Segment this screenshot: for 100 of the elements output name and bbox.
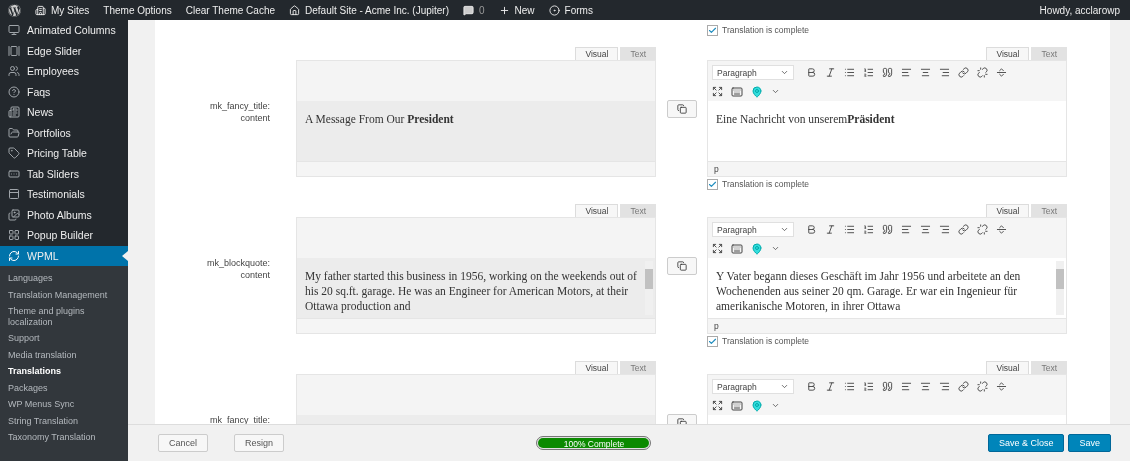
admin-bar-link[interactable]: Default Site - Acme Inc. (Jupiter) [305, 4, 449, 16]
source-content-area[interactable]: A Message From Our President [297, 101, 655, 161]
format-dropdown[interactable]: Paragraph [712, 222, 794, 237]
bullet-list-icon[interactable] [844, 381, 855, 392]
sidebar-item[interactable]: Photo Albums [0, 204, 128, 225]
separator-icon[interactable] [996, 381, 1007, 392]
scrollbar[interactable] [1056, 261, 1064, 315]
target-content-area[interactable]: Y Vater begann dieses Geschäft im Jahr 1956 und arbeitete an den Wochenenden aus seiner 20 qm. Garage. Er war ein Ingenieur für amerikanische Motoren, in ihrer Ottawa [708, 258, 1066, 318]
fullscreen-icon[interactable] [712, 243, 723, 254]
format-dropdown[interactable]: Paragraph [712, 65, 794, 80]
editor-tab[interactable]: Text [620, 204, 656, 217]
align-left-icon[interactable] [901, 224, 912, 235]
bold-icon[interactable] [806, 381, 817, 392]
checkbox[interactable] [707, 178, 718, 190]
footer-button[interactable]: Resign [234, 434, 285, 452]
admin-bar-link[interactable]: Theme Options [103, 4, 172, 16]
editor-tab[interactable]: Visual [575, 47, 619, 60]
italic-icon[interactable] [825, 224, 836, 235]
editor-tab[interactable]: Text [620, 47, 656, 60]
submenu-item[interactable]: Theme and plugins localization [0, 303, 128, 330]
wordpress-logo-icon[interactable] [8, 3, 21, 17]
fullscreen-icon[interactable] [712, 400, 723, 411]
sidebar-item[interactable]: Animated Columns [0, 20, 128, 41]
link-icon[interactable] [958, 224, 969, 235]
editor-tab[interactable]: Text [1031, 204, 1067, 217]
numbered-list-icon[interactable] [863, 381, 874, 392]
separator-icon[interactable] [996, 224, 1007, 235]
align-center-icon[interactable] [920, 67, 931, 78]
align-left-icon[interactable] [901, 381, 912, 392]
submenu-item[interactable]: WP Menus Sync [0, 396, 128, 413]
admin-bar-link[interactable]: Clear Theme Cache [185, 4, 276, 16]
separator-icon[interactable] [996, 67, 1007, 78]
unlink-icon[interactable] [977, 67, 988, 78]
admin-bar-link[interactable]: New [514, 4, 535, 16]
editor-tab[interactable]: Visual [575, 204, 619, 217]
unlink-icon[interactable] [977, 381, 988, 392]
copy-button[interactable] [666, 100, 697, 118]
submenu-item[interactable]: Translations [0, 363, 128, 380]
copy-button[interactable] [666, 257, 697, 275]
submenu-item[interactable]: String Translation [0, 412, 128, 429]
keyboard-icon[interactable] [731, 399, 743, 412]
bullet-list-icon[interactable] [844, 224, 855, 235]
align-center-icon[interactable] [920, 224, 931, 235]
quote-icon[interactable] [882, 381, 893, 392]
editor-tab[interactable]: Visual [986, 361, 1030, 374]
link-icon[interactable] [958, 67, 969, 78]
admin-bar-link[interactable]: Forms [564, 4, 593, 16]
editor-tab[interactable]: Visual [986, 204, 1030, 217]
sidebar-item[interactable]: News [0, 102, 128, 123]
submenu-item[interactable]: Media translation [0, 346, 128, 363]
numbered-list-icon[interactable] [863, 67, 874, 78]
sidebar-item[interactable]: Testimonials [0, 184, 128, 205]
checkbox[interactable] [707, 24, 718, 36]
align-right-icon[interactable] [939, 67, 950, 78]
align-right-icon[interactable] [939, 381, 950, 392]
checkbox[interactable] [707, 335, 718, 347]
unlink-icon[interactable] [977, 224, 988, 235]
quote-icon[interactable] [882, 67, 893, 78]
editor-tab[interactable]: Text [620, 361, 656, 374]
sidebar-item[interactable]: Employees [0, 61, 128, 82]
align-right-icon[interactable] [939, 224, 950, 235]
sidebar-item[interactable]: Portfolios [0, 122, 128, 143]
admin-bar-link[interactable]: My Sites [51, 4, 90, 16]
caret-icon[interactable] [771, 87, 780, 96]
italic-icon[interactable] [825, 381, 836, 392]
sidebar-item[interactable]: Faqs [0, 81, 128, 102]
link-icon[interactable] [958, 381, 969, 392]
submenu-item[interactable]: Support [0, 330, 128, 347]
format-dropdown[interactable]: Paragraph [712, 379, 794, 394]
caret-icon[interactable] [771, 401, 780, 410]
italic-icon[interactable] [825, 67, 836, 78]
bold-icon[interactable] [806, 67, 817, 78]
submenu-item[interactable]: Translation Management [0, 286, 128, 303]
admin-bar-link[interactable]: 0 [479, 4, 485, 16]
editor-tab[interactable]: Text [1031, 47, 1067, 60]
editor-tab[interactable]: Visual [986, 47, 1030, 60]
fullscreen-icon[interactable] [712, 86, 723, 97]
save-button[interactable]: Save & Close [987, 434, 1065, 452]
greeting-link[interactable]: Howdy, acclarowp [1039, 4, 1120, 16]
editor-tab[interactable]: Visual [575, 361, 619, 374]
scrollbar[interactable] [645, 261, 653, 315]
bold-icon[interactable] [806, 224, 817, 235]
sidebar-item[interactable]: Tab Sliders [0, 163, 128, 184]
save-button[interactable]: Save [1068, 434, 1111, 452]
keyboard-icon[interactable] [731, 242, 743, 255]
footer-button[interactable]: Cancel [158, 434, 208, 452]
submenu-item[interactable]: Taxonomy Translation [0, 429, 128, 446]
sidebar-item[interactable]: Pricing Table [0, 143, 128, 164]
source-content-area[interactable]: My father started this business in 1956, working on the weekends out of his 20 sq.ft. garage. He was an Engineer for American Motors, at their Ottawa production and [297, 258, 655, 318]
bullet-list-icon[interactable] [844, 67, 855, 78]
quote-icon[interactable] [882, 224, 893, 235]
editor-tab[interactable]: Text [1031, 361, 1067, 374]
sidebar-item[interactable]: Popup Builder [0, 225, 128, 246]
target-content-area[interactable]: Eine Nachricht von unseremPräsident [708, 101, 1066, 161]
submenu-item[interactable]: Packages [0, 379, 128, 396]
caret-icon[interactable] [771, 244, 780, 253]
numbered-list-icon[interactable] [863, 224, 874, 235]
submenu-item[interactable]: Languages [0, 270, 128, 287]
align-left-icon[interactable] [901, 67, 912, 78]
sidebar-item[interactable]: Edge Slider [0, 40, 128, 61]
